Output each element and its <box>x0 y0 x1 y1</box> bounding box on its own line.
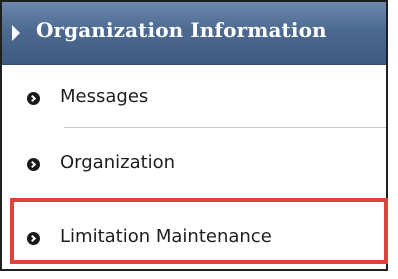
menu-item-messages[interactable]: Messages <box>2 64 386 122</box>
menu-item-organization[interactable]: Organization <box>2 134 386 192</box>
section-title: Organization Information <box>36 18 327 42</box>
circle-chevron-right-icon <box>27 232 40 245</box>
menu-item-label: Messages <box>60 86 149 107</box>
section-header[interactable]: Organization Information <box>2 2 386 65</box>
menu-item-label: Organization <box>60 152 176 173</box>
menu-item-limitation-maintenance[interactable]: Limitation Maintenance <box>2 198 386 256</box>
circle-chevron-right-icon <box>27 92 40 105</box>
organization-information-panel: Organization Information Messages Organi… <box>0 0 388 271</box>
menu-item-label: Limitation Maintenance <box>60 226 272 247</box>
menu-divider <box>64 127 386 128</box>
triangle-right-icon <box>12 25 20 41</box>
circle-chevron-right-icon <box>27 158 40 171</box>
